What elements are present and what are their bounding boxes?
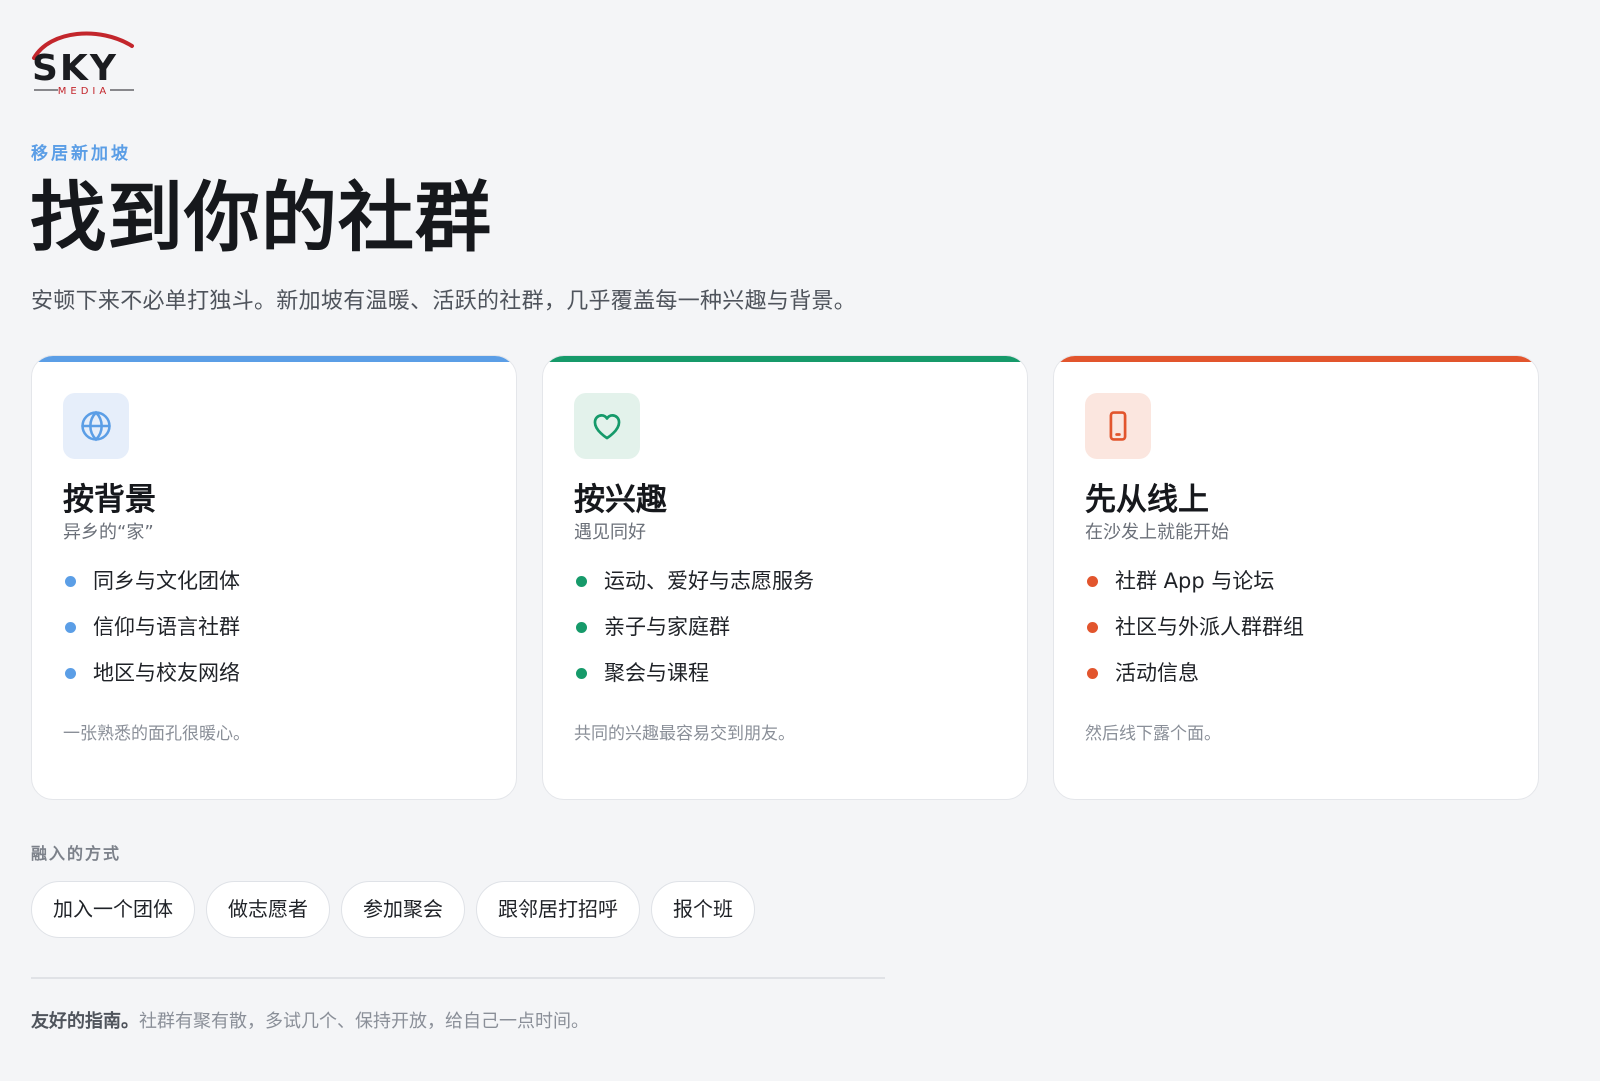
bullet-dot [65,576,76,587]
card-subtitle: 异乡的“家” [63,522,154,543]
chip-take-class[interactable]: 报个班 [651,881,755,938]
logo-mark: SKY MEDIA [32,31,134,97]
card-title: 按背景 [63,482,156,518]
list-item-label: 信仰与语言社群 [93,615,240,639]
sky-media-logo: SKY MEDIA [30,28,140,98]
footer-tip-lead: 友好的指南。 [31,1011,139,1032]
divider [31,977,885,979]
chip-volunteer[interactable]: 做志愿者 [206,881,330,938]
chip-greet-neighbors[interactable]: 跟邻居打招呼 [476,881,640,938]
footer-tip: 友好的指南。社群有聚有散，多试几个、保持开放，给自己一点时间。 [31,1007,589,1033]
card-by-interest: 按兴趣 遇见同好 运动、爱好与志愿服务 亲子与家庭群 聚会与课程 共同的兴趣最容… [542,355,1028,800]
footer-tip-text: 社群有聚有散，多试几个、保持开放，给自己一点时间。 [139,1011,589,1032]
ways-section-label: 融入的方式 [31,844,122,863]
card-icon-box [574,393,640,459]
logo-subtext: MEDIA [58,86,110,97]
list-item-label: 社群 App 与论坛 [1115,569,1275,593]
list-item: 同乡与文化团体 [63,566,240,612]
phone-icon [1109,411,1127,441]
card-note: 然后线下露个面。 [1085,724,1221,744]
bullet-dot [576,576,587,587]
card-subtitle: 在沙发上就能开始 [1085,522,1229,543]
heart-icon [593,414,621,440]
list-item: 活动信息 [1085,658,1304,704]
card-icon-box [63,393,129,459]
ways-chip-group: 加入一个团体 做志愿者 参加聚会 跟邻居打招呼 报个班 [31,881,755,938]
card-by-background: 按背景 异乡的“家” 同乡与文化团体 信仰与语言社群 地区与校友网络 一张熟悉的… [31,355,517,800]
bullet-dot [1087,622,1098,633]
list-item-label: 运动、爱好与志愿服务 [604,569,814,593]
card-note: 一张熟悉的面孔很暖心。 [63,724,250,744]
list-item-label: 社区与外派人群群组 [1115,615,1304,639]
list-item-label: 聚会与课程 [604,661,709,685]
card-title: 按兴趣 [574,482,667,518]
bullet-dot [1087,576,1098,587]
card-subtitle: 遇见同好 [574,522,646,543]
page-lead: 安顿下来不必单打独斗。新加坡有温暖、活跃的社群，几乎覆盖每一种兴趣与背景。 [31,289,857,314]
list-item: 亲子与家庭群 [574,612,814,658]
eyebrow-label: 移居新加坡 [31,144,131,164]
chip-attend-meetup[interactable]: 参加聚会 [341,881,465,938]
list-item-label: 地区与校友网络 [93,661,240,685]
card-title: 先从线上 [1085,482,1209,518]
card-list: 运动、爱好与志愿服务 亲子与家庭群 聚会与课程 [574,566,814,704]
logo-wordmark: SKY [32,48,118,89]
bullet-dot [576,622,587,633]
list-item: 运动、爱好与志愿服务 [574,566,814,612]
bullet-dot [576,668,587,679]
list-item: 聚会与课程 [574,658,814,704]
page-title: 找到你的社群 [30,173,492,262]
chip-join-group[interactable]: 加入一个团体 [31,881,195,938]
card-icon-box [1085,393,1151,459]
bullet-dot [1087,668,1098,679]
list-item: 地区与校友网络 [63,658,240,704]
list-item: 社区与外派人群群组 [1085,612,1304,658]
list-item-label: 活动信息 [1115,661,1199,685]
list-item: 信仰与语言社群 [63,612,240,658]
card-list: 同乡与文化团体 信仰与语言社群 地区与校友网络 [63,566,240,704]
card-start-online: 先从线上 在沙发上就能开始 社群 App 与论坛 社区与外派人群群组 活动信息 … [1053,355,1539,800]
list-item-label: 同乡与文化团体 [93,569,240,593]
card-list: 社群 App 与论坛 社区与外派人群群组 活动信息 [1085,566,1304,704]
bullet-dot [65,668,76,679]
list-item-label: 亲子与家庭群 [604,615,730,639]
bullet-dot [65,622,76,633]
card-note: 共同的兴趣最容易交到朋友。 [574,724,795,744]
globe-icon [81,410,111,442]
community-cards: 按背景 异乡的“家” 同乡与文化团体 信仰与语言社群 地区与校友网络 一张熟悉的… [31,355,1539,800]
list-item: 社群 App 与论坛 [1085,566,1304,612]
